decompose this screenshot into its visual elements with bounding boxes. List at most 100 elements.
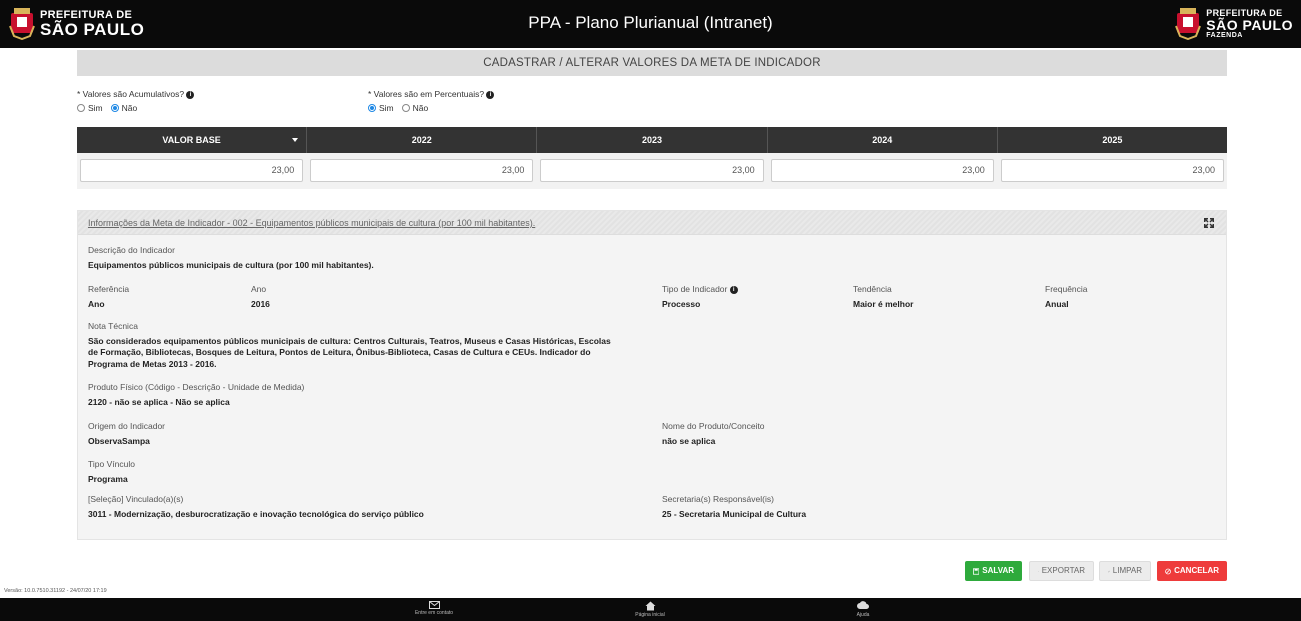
field-label: Tendência xyxy=(853,284,892,294)
vinculado-field: [Seleção] Vinculado(a)(s) 3011 - Moderni… xyxy=(88,494,424,520)
help-icon xyxy=(857,601,869,609)
footer-help-link[interactable]: Ajuda xyxy=(838,601,888,618)
percentual-option-sim[interactable]: Sim xyxy=(368,103,394,113)
secretaria-field: Secretaria(s) Responsável(is) 25 - Secre… xyxy=(662,494,806,520)
column-header-2024: 2024 xyxy=(768,127,998,153)
field-value: 3011 - Modernização, desburocratização e… xyxy=(88,509,424,519)
logo-right-line3: FAZENDA xyxy=(1206,32,1243,39)
field-label: Referência xyxy=(88,284,130,294)
field-label: Produto Físico (Código - Descrição - Uni… xyxy=(88,382,305,392)
page-title: CADASTRAR / ALTERAR VALORES DA META DE I… xyxy=(77,50,1227,76)
footer-contact-link[interactable]: Entre em contato xyxy=(404,601,464,616)
cancel-button-label: CANCELAR xyxy=(1174,566,1219,575)
info-icon[interactable]: i xyxy=(729,285,738,294)
cumulative-label: * Valores são Acumulativos? xyxy=(77,89,185,99)
field-label: Descrição do Indicador xyxy=(88,245,175,255)
radio-sim[interactable] xyxy=(368,104,376,112)
column-header-valor-base[interactable]: VALOR BASE xyxy=(77,127,308,153)
nota-tecnica-field: Nota Técnica São considerados equipament… xyxy=(88,321,611,370)
values-table-row: 23,00 23,00 23,00 23,00 23,00 xyxy=(77,153,1227,189)
field-value: Maior é melhor xyxy=(853,299,914,309)
info-icon[interactable]: i xyxy=(186,90,195,99)
info-icon[interactable]: i xyxy=(486,90,495,99)
expand-icon[interactable] xyxy=(1204,218,1214,228)
tendencia-field: Tendência Maior é melhor xyxy=(853,284,913,310)
field-value-line: de Formação, Bibliotecas, Bosques de Lei… xyxy=(88,347,591,358)
clear-button-label: LIMPAR xyxy=(1112,566,1142,575)
referencia-field: Referência Ano xyxy=(88,284,129,310)
value-2025-input[interactable]: 23,00 xyxy=(1000,159,1225,182)
option-label: Não xyxy=(121,103,138,113)
field-label: Secretaria(s) Responsável(is) xyxy=(662,494,774,504)
column-header-2022: 2022 xyxy=(307,127,538,153)
field-label: Tipo de Indicador xyxy=(662,284,728,294)
radio-sim[interactable] xyxy=(77,104,85,112)
field-value: 25 - Secretaria Municipal de Cultura xyxy=(662,509,807,519)
column-header-2023: 2023 xyxy=(537,127,768,153)
values-table-header: VALOR BASE 2022 2023 2024 2025 xyxy=(77,127,1227,153)
field-value: Programa xyxy=(88,474,128,484)
footer-bar: Entre em contato Página inicial Ajuda xyxy=(0,598,1301,621)
percentual-option-nao[interactable]: Não xyxy=(401,103,429,113)
tipo-indicador-field: Tipo de Indicador i Processo xyxy=(662,284,738,310)
nome-produto-field: Nome do Produto/Conceito não se aplica xyxy=(662,421,765,447)
field-value: ObservaSampa xyxy=(88,436,150,446)
field-value: 2120 - não se aplica - Não se aplica xyxy=(88,397,230,407)
field-label: Origem do Indicador xyxy=(88,421,166,431)
tipo-vinculo-field: Tipo Vínculo Programa xyxy=(88,459,135,485)
export-button[interactable]: EXPORTAR xyxy=(1029,561,1094,581)
value-2024-input[interactable]: 23,00 xyxy=(770,159,994,182)
valor-base-input[interactable]: 23,00 xyxy=(80,159,304,182)
field-label: Ano xyxy=(251,284,267,294)
caret-down-icon[interactable] xyxy=(292,138,299,142)
cumulative-option-sim[interactable]: Sim xyxy=(77,103,103,113)
field-label: Nota Técnica xyxy=(88,321,138,331)
field-value-line: Programa de Metas 2013 - 2016. xyxy=(88,358,217,369)
field-value: Ano xyxy=(88,299,105,309)
mail-icon xyxy=(428,601,440,609)
footer-help-label: Ajuda xyxy=(856,612,870,618)
footer-contact-label: Entre em contato xyxy=(414,610,454,616)
cancel-button[interactable]: CANCELAR xyxy=(1157,561,1227,581)
option-label: Não xyxy=(412,103,429,113)
indicator-info-panel: Informações da Meta de Indicador - 002 -… xyxy=(77,210,1227,540)
origem-field: Origem do Indicador ObservaSampa xyxy=(88,421,165,447)
export-icon xyxy=(1038,570,1039,572)
field-value: 2016 xyxy=(251,299,270,309)
option-label: Sim xyxy=(379,103,394,113)
column-label: VALOR BASE xyxy=(162,135,221,145)
column-header-2025: 2025 xyxy=(1102,135,1123,145)
percentual-label: * Valores são em Percentuais? xyxy=(368,89,485,99)
field-value: não se aplica xyxy=(662,436,716,446)
field-value-line: São considerados equipamentos públicos m… xyxy=(88,336,611,346)
field-value: Equipamentos públicos municipais de cult… xyxy=(88,260,374,270)
crest-icon xyxy=(1174,8,1202,41)
produto-fisico-field: Produto Físico (Código - Descrição - Uni… xyxy=(88,382,304,408)
save-icon xyxy=(973,567,980,575)
field-label: Frequência xyxy=(1045,284,1088,294)
cumulative-question: * Valores são Acumulativos? i Sim Não xyxy=(77,89,195,113)
cumulative-option-nao[interactable]: Não xyxy=(110,103,138,113)
value-2023-input[interactable]: 23,00 xyxy=(540,159,764,182)
frequencia-field: Frequência Anual xyxy=(1045,284,1088,310)
clear-button[interactable]: LIMPAR xyxy=(1099,561,1151,581)
value-2022-input[interactable]: 23,00 xyxy=(310,159,534,182)
footer-home-link[interactable]: Página inicial xyxy=(620,601,680,618)
logo-right-line2: SÃO PAULO xyxy=(1206,17,1293,33)
percentual-question: * Valores são em Percentuais? i Sim Não xyxy=(368,89,495,113)
info-panel-title[interactable]: Informações da Meta de Indicador - 002 -… xyxy=(88,218,535,228)
info-panel-header[interactable]: Informações da Meta de Indicador - 002 -… xyxy=(78,211,1226,235)
version-label: Versão: 10.0.7510.31192 - 24/07/20 17:19 xyxy=(4,588,107,594)
radio-nao[interactable] xyxy=(110,104,119,112)
app-title: PPA - Plano Plurianual (Intranet) xyxy=(528,13,773,32)
descricao-field: Descrição do Indicador Equipamentos públ… xyxy=(88,245,374,271)
save-button[interactable]: SALVAR xyxy=(965,561,1022,581)
option-label: Sim xyxy=(88,103,103,113)
field-label: Nome do Produto/Conceito xyxy=(662,421,765,431)
field-label: [Seleção] Vinculado(a)(s) xyxy=(88,494,184,504)
cancel-icon xyxy=(1165,568,1171,574)
values-table: VALOR BASE 2022 2023 2024 2025 23,00 23,… xyxy=(77,127,1227,189)
field-label: Tipo Vínculo xyxy=(88,459,135,469)
prefeitura-logo-right[interactable]: PREFEITURA DE SÃO PAULO FAZENDA xyxy=(1174,8,1293,41)
radio-nao[interactable] xyxy=(401,104,410,112)
